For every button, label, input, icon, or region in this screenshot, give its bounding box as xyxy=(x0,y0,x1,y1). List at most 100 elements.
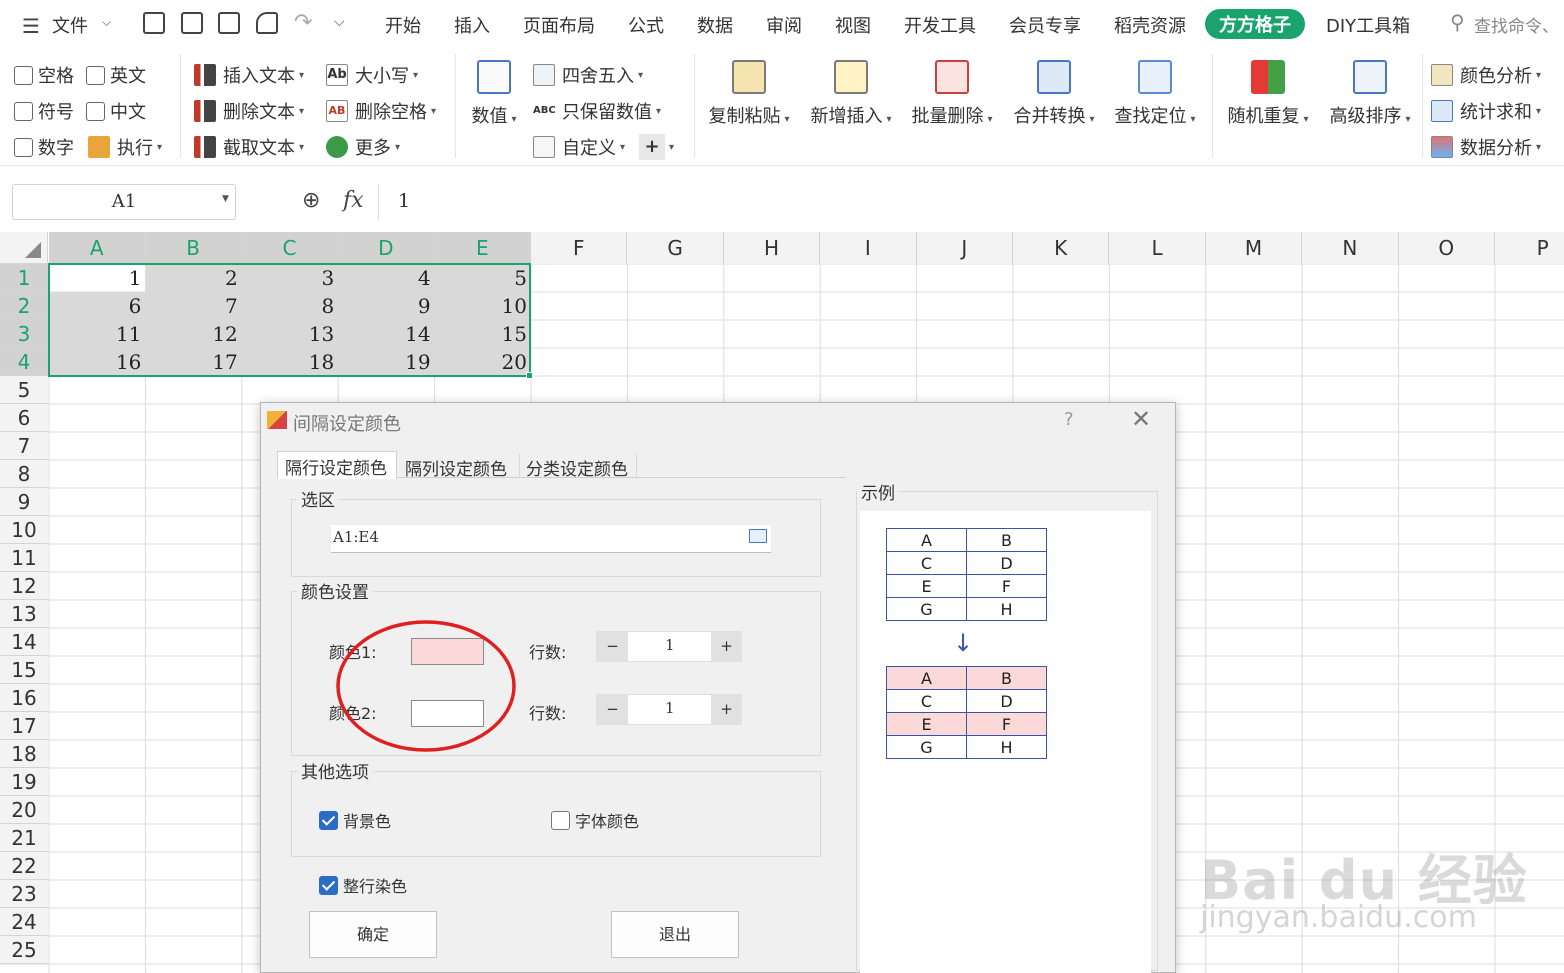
column-header-h[interactable]: H xyxy=(723,232,821,264)
increment-button[interactable]: + xyxy=(711,632,742,661)
formula-input[interactable]: 1 xyxy=(398,190,410,212)
column-header-m[interactable]: M xyxy=(1205,232,1303,264)
tab-row-color[interactable]: 隔行设定颜色 xyxy=(277,451,397,479)
chevron-down-icon[interactable]: ▼ xyxy=(222,194,229,204)
save-icon[interactable] xyxy=(143,12,165,34)
find-locate-button[interactable]: 查找定位 ▾ xyxy=(1107,60,1203,128)
check-english[interactable]: 英文 xyxy=(86,62,146,88)
row-header-13[interactable]: 13 xyxy=(0,600,48,628)
delete-text-button[interactable]: 删除文本 ▾ xyxy=(194,98,304,124)
column-header-i[interactable]: I xyxy=(820,232,917,264)
command-search[interactable]: 查找命令、 xyxy=(1474,12,1559,37)
case-button[interactable]: Ab 大小写 ▾ xyxy=(326,62,418,88)
bg-color-checkbox[interactable]: 背景色 xyxy=(319,808,391,832)
row-header-4[interactable]: 4 xyxy=(0,348,48,376)
tab-fangfang[interactable]: 方方格子 xyxy=(1205,9,1305,39)
tab-developer[interactable]: 开发工具 xyxy=(904,12,976,38)
batch-delete-button[interactable]: 批量删除 ▾ xyxy=(904,60,1000,128)
tab-view[interactable]: 视图 xyxy=(835,12,871,38)
advanced-sort-button[interactable]: 高级排序 ▾ xyxy=(1322,60,1418,128)
execute-button[interactable]: 执行 ▾ xyxy=(88,134,162,160)
round-button[interactable]: 四舍五入 ▾ xyxy=(533,62,643,88)
plus-icon[interactable]: + xyxy=(639,134,666,160)
numeric-button[interactable]: 数值 ▾ xyxy=(446,60,542,128)
row-header-22[interactable]: 22 xyxy=(0,852,48,880)
column-header-a[interactable]: A xyxy=(49,232,146,264)
fill-handle[interactable] xyxy=(526,372,533,379)
check-symbol[interactable]: 符号 xyxy=(14,98,74,124)
copy-paste-button[interactable]: 复制粘贴 ▾ xyxy=(701,60,797,128)
file-menu[interactable]: 文件 xyxy=(52,12,88,38)
customize-icon[interactable]: ⌵ xyxy=(334,14,345,30)
stat-sum-button[interactable]: 统计求和 ▾ xyxy=(1431,98,1541,124)
random-repeat-button[interactable]: 随机重复 ▾ xyxy=(1220,60,1316,128)
row-header-15[interactable]: 15 xyxy=(0,656,48,684)
row-header-18[interactable]: 18 xyxy=(0,740,48,768)
name-box[interactable]: A1 xyxy=(12,184,236,220)
whole-row-checkbox[interactable]: 整行染色 xyxy=(319,873,407,897)
row-header-3[interactable]: 3 xyxy=(0,320,48,348)
extract-text-button[interactable]: 截取文本 ▾ xyxy=(194,134,304,160)
search-icon[interactable]: ⚲ xyxy=(1450,10,1465,34)
color1-rows-stepper[interactable]: − 1 + xyxy=(596,631,742,662)
check-chinese[interactable]: 中文 xyxy=(86,98,146,124)
column-header-o[interactable]: O xyxy=(1398,232,1495,264)
exit-button[interactable]: 退出 xyxy=(611,911,739,958)
row-header-19[interactable]: 19 xyxy=(0,768,48,796)
column-header-p[interactable]: P xyxy=(1495,232,1564,264)
row-header-14[interactable]: 14 xyxy=(0,628,48,656)
check-space[interactable]: 空格 xyxy=(14,62,74,88)
row-header-16[interactable]: 16 xyxy=(0,684,48,712)
row-header-7[interactable]: 7 xyxy=(0,432,48,460)
tab-home[interactable]: 开始 xyxy=(385,12,421,38)
redo-icon[interactable]: ↷ xyxy=(294,10,312,35)
row-header-1[interactable]: 1 xyxy=(0,264,48,292)
row-header-5[interactable]: 5 xyxy=(0,376,48,404)
row-header-10[interactable]: 10 xyxy=(0,516,48,544)
column-header-j[interactable]: J xyxy=(916,232,1013,264)
tab-page-layout[interactable]: 页面布局 xyxy=(523,12,595,38)
row-header-24[interactable]: 24 xyxy=(0,908,48,936)
tab-diy-toolbox[interactable]: DIY工具箱 xyxy=(1326,12,1410,38)
help-button[interactable]: ? xyxy=(1064,409,1074,430)
merge-convert-button[interactable]: 合并转换 ▾ xyxy=(1006,60,1102,128)
chevron-down-icon[interactable]: ⌵ xyxy=(102,15,111,30)
ok-button[interactable]: 确定 xyxy=(309,911,437,958)
selection-input[interactable]: A1:E4 xyxy=(331,525,771,553)
insert-text-button[interactable]: 插入文本 ▾ xyxy=(194,62,304,88)
row-header-23[interactable]: 23 xyxy=(0,880,48,908)
tab-category-color[interactable]: 分类设定颜色 xyxy=(519,454,637,480)
color-analysis-button[interactable]: 颜色分析 ▾ xyxy=(1431,62,1541,88)
check-number[interactable]: 数字 xyxy=(14,134,74,160)
color2-rows-stepper[interactable]: − 1 + xyxy=(596,694,742,725)
row-header-6[interactable]: 6 xyxy=(0,404,48,432)
column-header-f[interactable]: F xyxy=(531,232,628,264)
decrement-button[interactable]: − xyxy=(597,632,628,661)
column-header-k[interactable]: K xyxy=(1013,232,1110,264)
delete-space-button[interactable]: AB 删除空格 ▾ xyxy=(326,98,436,124)
row-header-9[interactable]: 9 xyxy=(0,488,48,516)
data-analysis-button[interactable]: 数据分析 ▾ xyxy=(1431,134,1541,160)
column-header-n[interactable]: N xyxy=(1302,232,1399,264)
row-header-21[interactable]: 21 xyxy=(0,824,48,852)
column-header-d[interactable]: D xyxy=(338,232,435,264)
decrement-button[interactable]: − xyxy=(597,695,628,724)
font-color-checkbox[interactable]: 字体颜色 xyxy=(551,808,639,832)
row-header-8[interactable]: 8 xyxy=(0,460,48,488)
print-preview-icon[interactable] xyxy=(256,12,278,34)
column-header-g[interactable]: G xyxy=(627,232,724,264)
select-all-corner[interactable] xyxy=(0,232,48,264)
tab-review[interactable]: 审阅 xyxy=(766,12,802,38)
tab-formulas[interactable]: 公式 xyxy=(628,12,664,38)
column-header-c[interactable]: C xyxy=(241,232,339,264)
range-picker-icon[interactable] xyxy=(749,529,767,543)
fx-icon[interactable]: fx xyxy=(343,188,364,213)
row-header-12[interactable]: 12 xyxy=(0,572,48,600)
new-insert-button[interactable]: 新增插入 ▾ xyxy=(803,60,899,128)
hamburger-icon[interactable]: ☰ xyxy=(22,14,40,38)
row-header-17[interactable]: 17 xyxy=(0,712,48,740)
tab-insert[interactable]: 插入 xyxy=(454,12,490,38)
zoom-icon[interactable]: ⊕ xyxy=(302,188,320,213)
export-icon[interactable] xyxy=(181,12,203,34)
row-header-11[interactable]: 11 xyxy=(0,544,48,572)
